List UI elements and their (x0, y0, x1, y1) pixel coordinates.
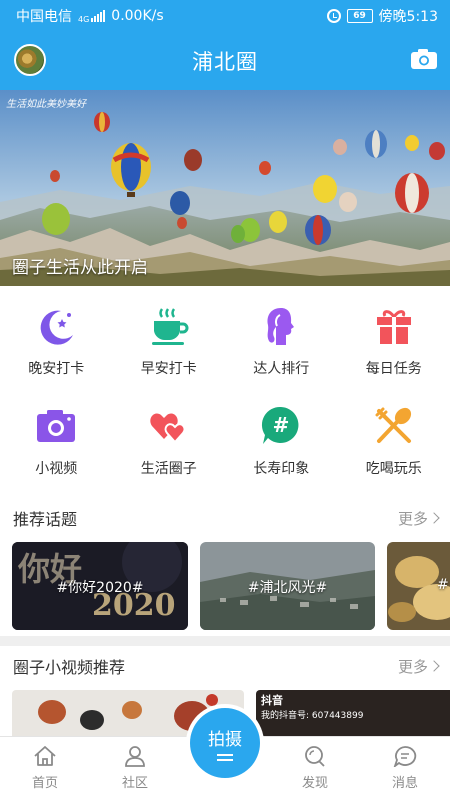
topic-card[interactable]: 你好 2020 #你好2020# (12, 542, 188, 630)
chevron-right-icon (428, 512, 440, 524)
person-icon (125, 746, 145, 767)
topic-label: #浦北风光# (247, 580, 328, 596)
feature-label: 达人排行 (253, 361, 310, 377)
banner-slogan: 生活如此美妙美好 (6, 99, 86, 110)
topic-card[interactable]: # (387, 542, 450, 630)
clock: 傍晚5:13 (378, 9, 438, 25)
douyin-logo: 抖音 (261, 694, 283, 707)
videos-more-link[interactable]: 更多 (397, 656, 440, 677)
feature-longevity-impression[interactable]: # 长寿印象 (225, 392, 338, 492)
feature-label: 早安打卡 (140, 361, 197, 377)
feature-label: 小视频 (35, 461, 78, 477)
feature-goodmorning-checkin[interactable]: 早安打卡 (113, 292, 226, 392)
banner[interactable]: 生活如此美妙美好 圈子生活从此开启 (0, 90, 450, 286)
tab-discover[interactable]: 发现 (285, 745, 345, 791)
shoot-label: 拍摄 (208, 730, 242, 750)
more-label: 更多 (397, 509, 428, 528)
tab-label: 发现 (301, 776, 328, 791)
feature-food-fun[interactable]: 吃喝玩乐 (338, 392, 450, 492)
message-icon (393, 746, 417, 767)
feature-life-circle[interactable]: 生活圈子 (113, 392, 226, 492)
svg-text:#: # (273, 413, 290, 437)
hashtag-bubble-icon: # (259, 404, 303, 448)
camera-icon (34, 404, 78, 448)
page-title: 浦北圈 (192, 50, 258, 74)
section-divider (0, 636, 450, 646)
feature-daily-task[interactable]: 每日任务 (338, 292, 450, 392)
more-label: 更多 (397, 657, 428, 676)
douyin-account: 我的抖音号: 607443899 (261, 711, 364, 721)
topics-section-header: 推荐话题 更多 (0, 498, 450, 538)
shoot-button[interactable]: 拍摄 (190, 708, 260, 778)
signal-icon (91, 10, 106, 22)
alarm-icon (326, 9, 341, 23)
network-speed: 0.00K/s (111, 8, 164, 24)
battery-icon: 69 (346, 9, 373, 23)
menu-lines-icon (217, 754, 233, 761)
discover-icon (305, 746, 325, 767)
tab-label: 社区 (121, 776, 148, 791)
avatar[interactable] (14, 44, 46, 76)
video-card[interactable]: 抖音 我的抖音号: 607443899 (256, 690, 450, 738)
woman-profile-icon (259, 304, 303, 348)
feature-label: 长寿印象 (253, 461, 310, 477)
status-bar: 中国电信 4G 0.00K/s 69 傍晚5:13 (0, 0, 450, 32)
topics-more-link[interactable]: 更多 (397, 508, 440, 529)
app-screen: 中国电信 4G 0.00K/s 69 傍晚5:13 浦北圈 生活如此美妙美好 圈… (0, 0, 450, 800)
topics-carousel: 你好 2020 #你好2020# #浦北风光# # (0, 540, 450, 636)
tab-label: 消息 (391, 776, 418, 791)
carrier-label: 中国电信 (16, 9, 72, 25)
tab-label: 首页 (31, 776, 58, 791)
feature-ranking[interactable]: 达人排行 (225, 292, 338, 392)
section-title: 推荐话题 (13, 510, 78, 529)
camera-icon[interactable] (410, 48, 438, 70)
videos-section-header: 圈子小视频推荐 更多 (0, 646, 450, 686)
feature-short-video[interactable]: 小视频 (0, 392, 113, 492)
feature-goodnight-checkin[interactable]: 晚安打卡 (0, 292, 113, 392)
topic-card[interactable]: #浦北风光# (200, 542, 375, 630)
feature-label: 吃喝玩乐 (365, 461, 422, 477)
gift-icon (372, 304, 416, 348)
chevron-right-icon (428, 660, 440, 672)
banner-caption: 圈子生活从此开启 (12, 258, 148, 278)
douyin-watermark: 抖音 我的抖音号: 607443899 (261, 692, 363, 721)
network-label: 4G (78, 15, 90, 24)
feature-label: 晚安打卡 (28, 361, 85, 377)
coffee-cup-icon (147, 304, 191, 348)
tab-home[interactable]: 首页 (15, 745, 75, 791)
tab-community[interactable]: 社区 (105, 745, 165, 791)
home-icon (34, 746, 56, 766)
topic-label: #你好2020# (56, 580, 144, 596)
section-title: 圈子小视频推荐 (13, 658, 126, 677)
topic-label: # (437, 577, 449, 593)
tab-messages[interactable]: 消息 (375, 745, 435, 791)
feature-grid: 晚安打卡 早安打卡 达人排行 每日任务 小视频 生活圈子 # 长寿印象 吃喝玩乐 (0, 286, 450, 496)
feature-label: 每日任务 (365, 361, 422, 377)
feature-label: 生活圈子 (140, 461, 197, 477)
app-header: 浦北圈 (0, 32, 450, 90)
moon-icon (34, 304, 78, 348)
fork-spoon-icon (372, 404, 416, 448)
hearts-icon (147, 404, 191, 448)
